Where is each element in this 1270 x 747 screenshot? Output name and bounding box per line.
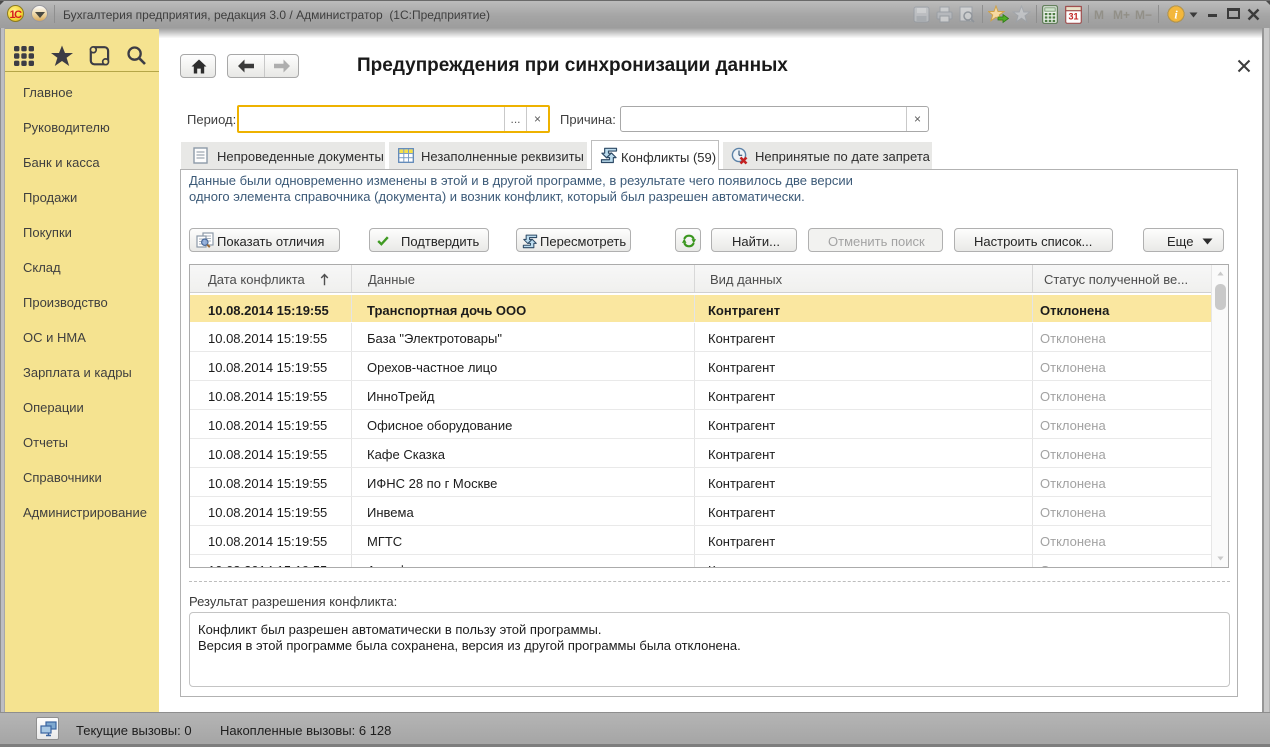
svg-text:31: 31 — [1068, 12, 1078, 22]
